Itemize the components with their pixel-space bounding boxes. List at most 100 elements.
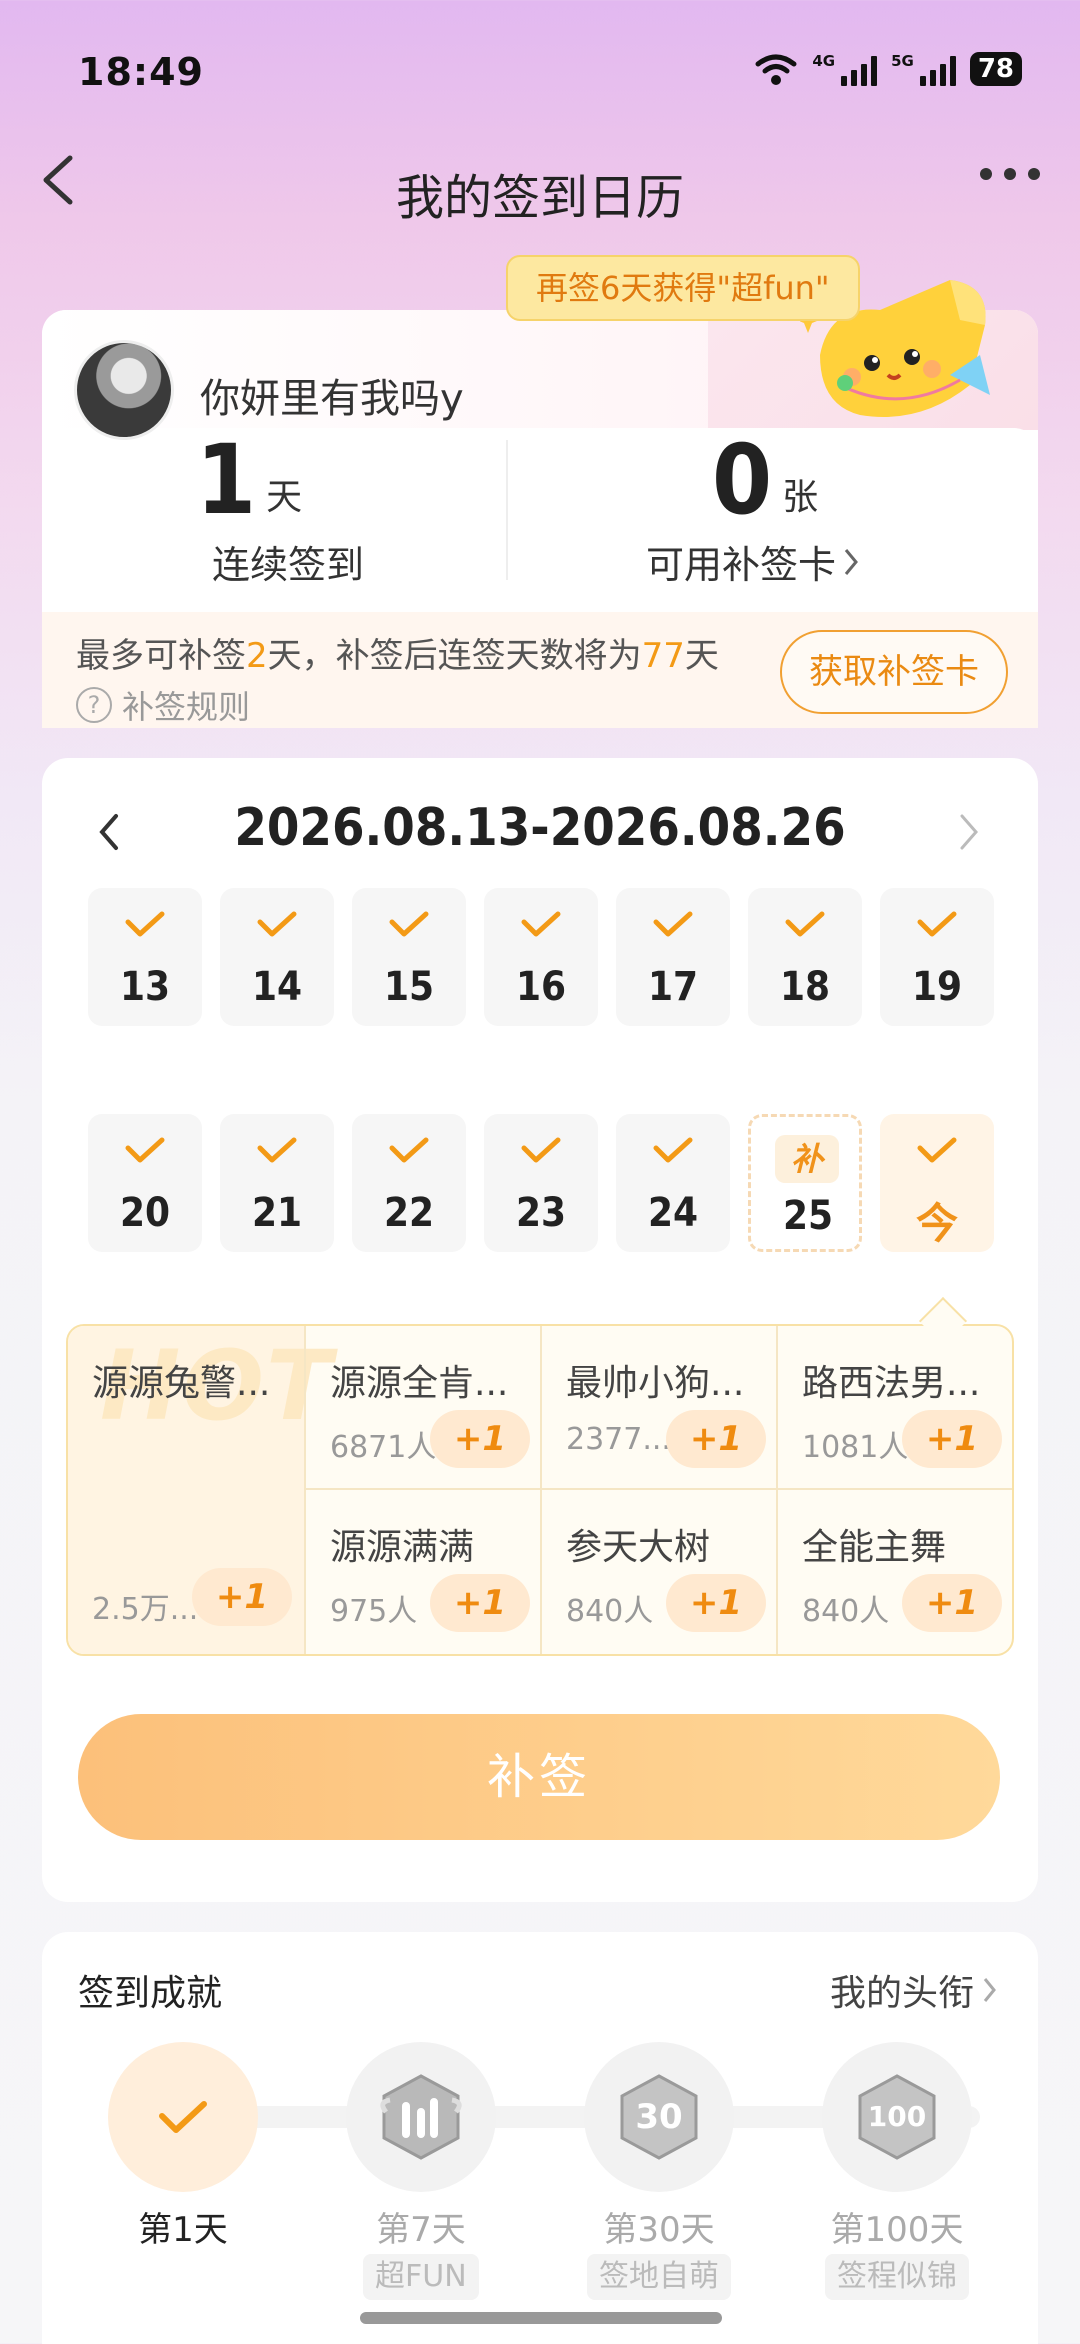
gift-divider xyxy=(304,1326,306,1654)
calendar-day[interactable]: 22 xyxy=(352,1114,466,1252)
gift-plus-one-button[interactable]: +1 xyxy=(666,1410,766,1468)
gift-plus-one-button[interactable]: +1 xyxy=(902,1410,1002,1468)
achievement-medal[interactable] xyxy=(346,2042,496,2192)
net1-label: 4G xyxy=(812,52,836,70)
check-icon xyxy=(521,1137,561,1163)
calendar-day-makeup[interactable]: 补 25 xyxy=(748,1114,862,1252)
question-icon: ? xyxy=(76,687,112,723)
100-days-medal-icon: 100 xyxy=(858,2074,936,2160)
gift-count: 975人 xyxy=(330,1594,418,1629)
gift-count: 2.5万... xyxy=(92,1592,199,1627)
gift-count: 6871人 xyxy=(330,1430,437,1465)
day-number: 22 xyxy=(383,1190,435,1236)
gift-plus-one-button[interactable]: +1 xyxy=(430,1410,530,1468)
achievement-day: 第30天 xyxy=(603,2210,715,2250)
gift-name[interactable]: 参天大树 xyxy=(566,1518,710,1570)
avatar[interactable] xyxy=(74,340,174,440)
achievement-title-badge: 超FUN xyxy=(363,2254,479,2300)
rule-label: 补签规则 xyxy=(122,688,251,726)
calendar-day[interactable]: 20 xyxy=(88,1114,202,1252)
calendar-day[interactable]: 16 xyxy=(484,888,598,1026)
net2-label: 5G xyxy=(891,52,914,70)
day-number: 16 xyxy=(515,964,567,1010)
check-icon xyxy=(257,911,297,937)
achievement-title-badge: 签程似锦 xyxy=(825,2254,969,2300)
achievement-day: 第100天 xyxy=(830,2210,964,2250)
day-number: 15 xyxy=(383,964,435,1010)
cards-unit: 张 xyxy=(782,477,819,518)
gift-name[interactable]: 源源全肯... xyxy=(330,1354,508,1406)
achievement-title-badge: 签地自萌 xyxy=(587,2254,731,2300)
gift-plus-one-button[interactable]: +1 xyxy=(902,1574,1002,1632)
day-number: 18 xyxy=(779,964,831,1010)
calendar-day[interactable]: 23 xyxy=(484,1114,598,1252)
chevron-right-icon xyxy=(983,1978,996,2002)
home-indicator[interactable] xyxy=(360,2312,722,2324)
check-icon xyxy=(653,911,693,937)
gift-name[interactable]: 源源兔警... xyxy=(92,1354,270,1406)
gift-plus-one-button[interactable]: +1 xyxy=(666,1574,766,1632)
check-icon xyxy=(257,1137,297,1163)
gift-count: 2377... xyxy=(566,1422,671,1457)
day-number: 17 xyxy=(647,964,699,1010)
streak-label: 连续签到 xyxy=(212,543,365,587)
date-range: 2026.08.13-2026.08.26 xyxy=(234,798,846,858)
get-card-button[interactable]: 获取补签卡 xyxy=(780,630,1008,714)
day-number: 24 xyxy=(647,1190,699,1236)
calendar-day[interactable]: 15 xyxy=(352,888,466,1026)
streak-stat: 1 天 xyxy=(196,432,302,528)
rock-hand-medal-icon xyxy=(380,2074,462,2160)
gift-divider xyxy=(540,1326,542,1654)
next-range-icon[interactable] xyxy=(958,812,982,852)
gift-count: 840人 xyxy=(802,1594,890,1629)
promo-bubble: 再签6天获得"超fun" xyxy=(506,255,860,321)
battery-icon: 78 xyxy=(969,52,1022,86)
status-time: 18:49 xyxy=(78,50,204,94)
gift-divider xyxy=(304,1488,1012,1490)
gift-name[interactable]: 源源满满 xyxy=(330,1518,474,1570)
calendar-day[interactable]: 24 xyxy=(616,1114,730,1252)
makeup-info-text: 最多可补签2天，补签后连签天数将为77天 xyxy=(76,636,719,676)
gift-plus-one-button[interactable]: +1 xyxy=(430,1574,530,1632)
cards-stat: 0 张 xyxy=(712,432,818,528)
calendar-day[interactable]: 21 xyxy=(220,1114,334,1252)
gift-name[interactable]: 全能主舞 xyxy=(802,1518,946,1570)
status-icons: 4G 5G 78 xyxy=(754,52,1022,86)
achievement-medal[interactable]: 100 xyxy=(822,2042,972,2192)
achievement-day: 第7天 xyxy=(376,2210,466,2250)
makeup-button[interactable]: 补签 xyxy=(78,1714,1000,1840)
cell-signal-5g-icon: 5G xyxy=(891,52,956,86)
svg-text:30: 30 xyxy=(635,2097,682,2137)
check-icon xyxy=(159,2101,207,2133)
check-icon xyxy=(125,1137,165,1163)
username: 你妍里有我吗y xyxy=(200,376,464,422)
more-icon[interactable] xyxy=(980,168,1040,180)
available-cards-link[interactable]: 可用补签卡 xyxy=(646,534,860,589)
check-icon xyxy=(389,1137,429,1163)
my-titles-link[interactable]: 我的头衔 xyxy=(830,1964,998,2016)
calendar-day[interactable]: 14 xyxy=(220,888,334,1026)
calendar-day[interactable]: 13 xyxy=(88,888,202,1026)
makeup-rule-link[interactable]: ? 补签规则 xyxy=(76,682,250,728)
achievement-day: 第1天 xyxy=(138,2210,228,2250)
check-icon xyxy=(917,911,957,937)
check-icon xyxy=(917,1137,957,1163)
gift-name[interactable]: 路西法男... xyxy=(802,1354,980,1406)
30-days-medal-icon: 30 xyxy=(620,2074,698,2160)
calendar-day[interactable]: 17 xyxy=(616,888,730,1026)
achievement-medal[interactable]: 30 xyxy=(584,2042,734,2192)
gift-plus-one-button[interactable]: +1 xyxy=(192,1568,292,1626)
check-icon xyxy=(653,1137,693,1163)
calendar-day[interactable]: 18 xyxy=(748,888,862,1026)
streak-number: 1 xyxy=(196,424,257,536)
calendar-day[interactable]: 19 xyxy=(880,888,994,1026)
day-number: 今 xyxy=(915,1199,958,1248)
calendar-day-today[interactable]: 今 xyxy=(880,1114,994,1252)
check-icon xyxy=(125,911,165,937)
achievement-medal[interactable] xyxy=(108,2042,258,2192)
chevron-right-icon xyxy=(844,548,858,575)
check-icon xyxy=(521,911,561,937)
page-title: 我的签到日历 xyxy=(395,170,684,226)
gift-name[interactable]: 最帅小狗... xyxy=(566,1354,744,1406)
day-number: 13 xyxy=(119,964,171,1010)
